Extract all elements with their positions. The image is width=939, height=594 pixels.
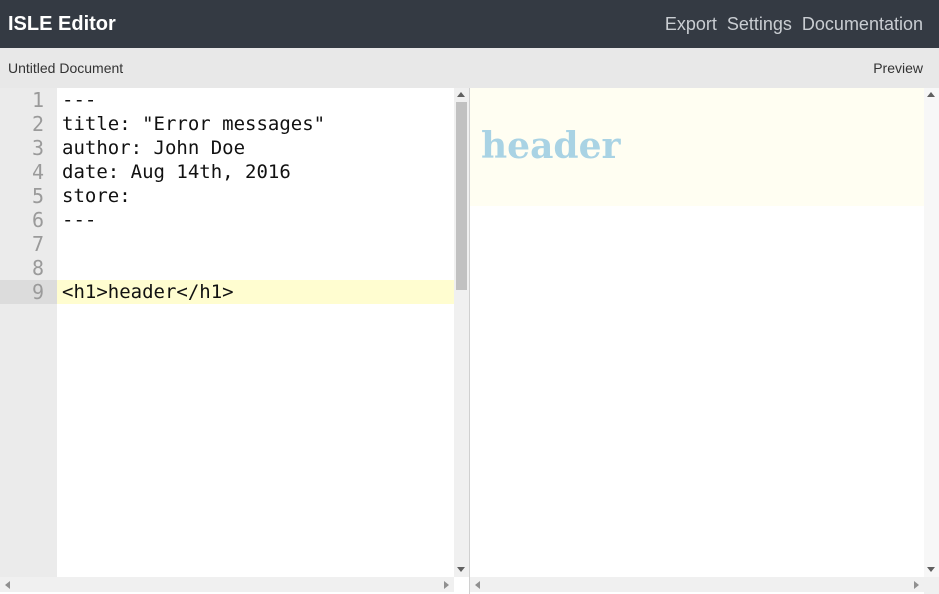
code-line-text[interactable]: store: bbox=[62, 184, 131, 208]
settings-link[interactable]: Settings bbox=[727, 12, 792, 36]
editor-horizontal-scrollbar[interactable] bbox=[0, 577, 454, 592]
editor-line[interactable]: 9 <h1>header</h1> bbox=[0, 280, 454, 304]
scroll-up-icon[interactable] bbox=[457, 92, 465, 97]
line-number: 5 bbox=[31, 184, 44, 208]
top-bar: ISLE Editor Export Settings Documentatio… bbox=[0, 0, 939, 48]
editor-line[interactable]: 3 author: John Doe bbox=[0, 136, 454, 160]
line-number: 6 bbox=[31, 208, 44, 232]
documentation-link[interactable]: Documentation bbox=[802, 12, 923, 36]
editor-line[interactable]: 1 --- bbox=[0, 88, 454, 112]
editor-line[interactable]: 4 date: Aug 14th, 2016 bbox=[0, 160, 454, 184]
document-bar: Untitled Document Preview bbox=[0, 48, 939, 88]
scroll-left-icon[interactable] bbox=[5, 581, 10, 589]
preview-horizontal-scrollbar[interactable] bbox=[470, 577, 924, 592]
app-title: ISLE Editor bbox=[8, 13, 116, 35]
export-link[interactable]: Export bbox=[665, 12, 717, 36]
preview-toggle[interactable]: Preview bbox=[873, 60, 923, 76]
scroll-left-icon[interactable] bbox=[475, 581, 480, 589]
line-number: 8 bbox=[31, 256, 44, 280]
code-line-text[interactable]: --- bbox=[62, 208, 96, 232]
editor-vertical-scrollbar[interactable] bbox=[454, 88, 469, 577]
code-line-text[interactable]: title: "Error messages" bbox=[62, 112, 325, 136]
line-number: 7 bbox=[31, 232, 44, 256]
scrollbar-corner bbox=[924, 577, 939, 594]
line-number: 2 bbox=[31, 112, 44, 136]
editor-scroll-thumb[interactable] bbox=[456, 102, 467, 290]
document-title[interactable]: Untitled Document bbox=[8, 60, 123, 76]
line-number: 9 bbox=[0, 280, 57, 304]
scroll-up-icon[interactable] bbox=[927, 92, 935, 97]
editor-line[interactable]: 5 store: bbox=[0, 184, 454, 208]
scroll-right-icon[interactable] bbox=[444, 581, 449, 589]
scroll-down-icon[interactable] bbox=[457, 567, 465, 572]
scroll-down-icon[interactable] bbox=[927, 567, 935, 572]
preview-pane: header bbox=[470, 88, 939, 594]
scroll-right-icon[interactable] bbox=[914, 581, 919, 589]
code-line-text[interactable]: <h1>header</h1> bbox=[62, 280, 234, 304]
editor-line[interactable]: 8 bbox=[0, 256, 454, 280]
preview-vertical-scrollbar[interactable] bbox=[924, 88, 939, 577]
code-editor[interactable]: 1 --- 2 title: "Error messages" 3 author: Joh… bbox=[0, 88, 469, 594]
code-line-text[interactable]: author: John Doe bbox=[62, 136, 245, 160]
line-number: 1 bbox=[31, 88, 44, 112]
editor-line[interactable]: 7 bbox=[0, 232, 454, 256]
preview-header-block: header bbox=[470, 88, 924, 206]
code-line-text[interactable]: --- bbox=[62, 88, 96, 112]
editor-line[interactable]: 6 --- bbox=[0, 208, 454, 232]
top-nav: Export Settings Documentation bbox=[665, 12, 923, 36]
editor-line[interactable]: 2 title: "Error messages" bbox=[0, 112, 454, 136]
preview-heading: header bbox=[481, 125, 621, 167]
code-line-text[interactable]: date: Aug 14th, 2016 bbox=[62, 160, 291, 184]
line-number: 3 bbox=[31, 136, 44, 160]
line-number: 4 bbox=[31, 160, 44, 184]
